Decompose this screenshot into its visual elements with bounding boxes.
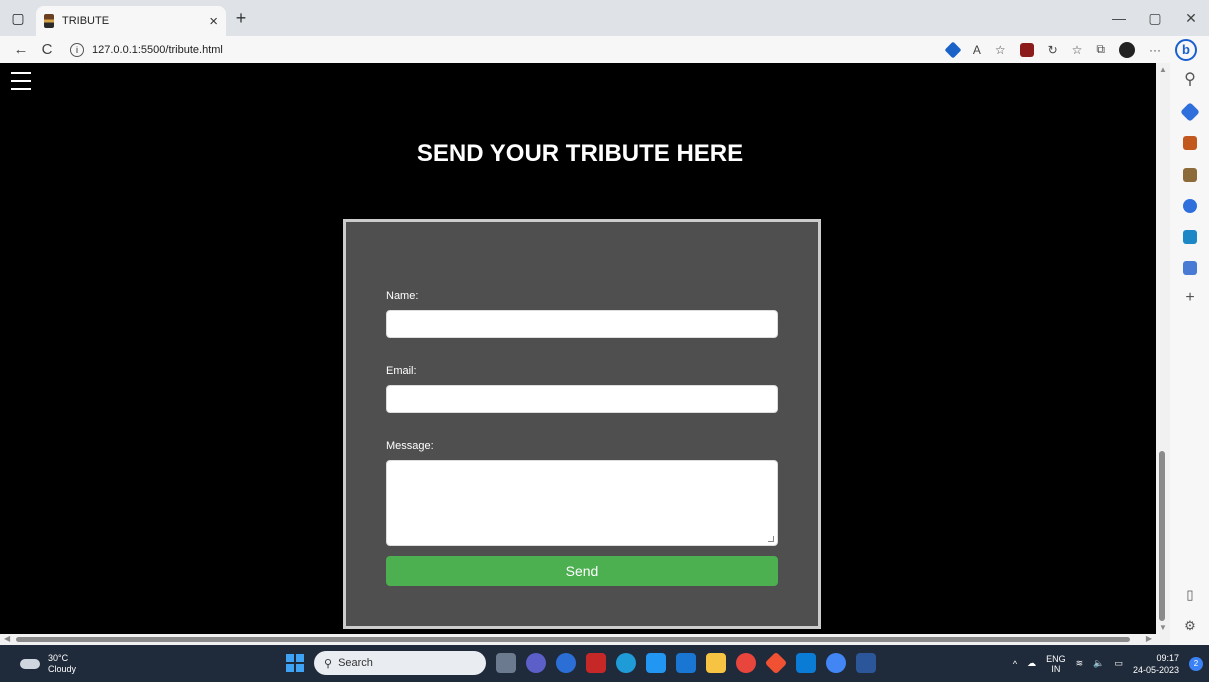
name-input[interactable] (386, 310, 778, 338)
refresh-extension-icon[interactable]: ↻ (1048, 43, 1058, 57)
new-tab-button[interactable]: + (226, 3, 256, 33)
horizontal-scroll-thumb[interactable] (16, 637, 1130, 642)
page-viewport: SEND YOUR TRIBUTE HERE Name: Email: Mess… (0, 63, 1156, 634)
reload-icon[interactable]: C (34, 41, 60, 58)
time: 09:17 (1156, 652, 1179, 663)
read-aloud-icon[interactable]: A (973, 43, 981, 57)
minimize-icon[interactable]: — (1101, 0, 1137, 36)
task-view-icon[interactable] (496, 653, 516, 673)
close-window-icon[interactable]: ✕ (1173, 0, 1209, 36)
address-bar[interactable]: i 127.0.0.1:5500/tribute.html (70, 42, 223, 57)
app-icon[interactable] (646, 653, 666, 673)
favorites-icon[interactable]: ☆ (1072, 43, 1083, 57)
file-explorer-icon[interactable] (706, 653, 726, 673)
name-label: Name: (386, 290, 419, 302)
horizontal-scrollbar[interactable]: ◀ ▶ (0, 634, 1170, 645)
hamburger-menu-icon[interactable] (11, 72, 31, 90)
browser-tab-bar: ▢ TRIBUTE × + — ▢ ✕ (0, 0, 1209, 36)
message-label: Message: (386, 440, 434, 452)
word-icon[interactable] (856, 653, 876, 673)
restore-icon[interactable]: ▢ (1137, 0, 1173, 36)
store-icon[interactable] (676, 653, 696, 673)
sidebar-add-icon[interactable]: + (1180, 289, 1200, 307)
wifi-icon[interactable]: ≋ (1076, 658, 1084, 669)
bing-copilot-icon[interactable]: b (1175, 38, 1197, 61)
shopping-tag-icon[interactable] (944, 41, 962, 58)
language-indicator[interactable]: ENG IN (1046, 654, 1066, 674)
taskbar-apps: ⚲ Search (286, 651, 876, 675)
vertical-scroll-thumb[interactable] (1159, 451, 1165, 621)
windows-taskbar: 30°C Cloudy ⚲ Search ^ ☁ ENG IN ≋ 🔈 ▭ 09… (0, 645, 1209, 682)
add-favorite-icon[interactable]: ☆ (995, 43, 1006, 57)
clock[interactable]: 09:17 24-05-2023 (1133, 652, 1179, 676)
resize-handle-icon[interactable] (768, 536, 774, 542)
start-icon[interactable] (286, 654, 304, 672)
tab-favicon-icon (44, 14, 54, 28)
extension-icon[interactable] (1019, 42, 1034, 57)
help-icon[interactable] (556, 653, 576, 673)
sidebar-outlook-icon[interactable] (1183, 230, 1197, 244)
notification-badge[interactable]: 2 (1189, 656, 1203, 671)
taskbar-search[interactable]: ⚲ Search (314, 651, 486, 675)
mcafee-icon[interactable] (586, 653, 606, 673)
email-label: Email: (386, 365, 417, 377)
cloud-icon (20, 658, 40, 669)
tab-title: TRIBUTE (62, 15, 110, 27)
scroll-left-icon[interactable]: ◀ (4, 634, 10, 643)
chrome-profile-icon[interactable] (826, 653, 846, 673)
browser-toolbar: ← C i 127.0.0.1:5500/tribute.html A ☆ ↻ … (0, 36, 1209, 63)
sidebar-shopping-icon[interactable] (1180, 102, 1200, 122)
date: 24-05-2023 (1132, 664, 1179, 675)
url-text: 127.0.0.1:5500/tribute.html (92, 43, 223, 56)
scroll-up-icon[interactable]: ▲ (1159, 65, 1167, 74)
collections-icon[interactable]: ⧉ (1096, 42, 1105, 57)
scroll-down-icon[interactable]: ▼ (1159, 623, 1167, 632)
search-label: Search (338, 657, 373, 669)
lang-top: ENG (1046, 653, 1066, 664)
chat-icon[interactable] (526, 653, 546, 673)
page-title: SEND YOUR TRIBUTE HERE (416, 140, 744, 167)
sidebar-search-icon[interactable]: ⚲ (1180, 69, 1200, 89)
browser-tab[interactable]: TRIBUTE × (36, 6, 226, 36)
vertical-scrollbar[interactable]: ▲ ▼ (1156, 63, 1170, 634)
message-textarea[interactable] (386, 460, 778, 546)
send-button[interactable]: Send (386, 556, 778, 586)
sidebar-games-icon[interactable] (1183, 168, 1197, 182)
sidebar-settings-icon[interactable]: ⚙ (1180, 618, 1200, 634)
search-icon: ⚲ (324, 657, 333, 670)
sidebar-drop-icon[interactable] (1183, 261, 1197, 275)
battery-icon[interactable]: ▭ (1114, 658, 1123, 669)
chrome-icon[interactable] (736, 653, 756, 673)
lang-bottom: IN (1051, 663, 1061, 674)
workspaces-icon[interactable]: ▢ (0, 0, 36, 36)
scroll-right-icon[interactable]: ▶ (1146, 634, 1152, 643)
weather-widget[interactable]: 30°C Cloudy (20, 653, 76, 675)
system-tray: ^ ☁ ENG IN ≋ 🔈 ▭ 09:17 24-05-2023 2 (1013, 645, 1203, 682)
edge-sidebar: ⚲ + ▯ ⚙ (1170, 63, 1209, 645)
tab-close-icon[interactable]: × (209, 13, 218, 30)
temperature: 30°C (48, 652, 69, 663)
toolbar-tools: A ☆ ↻ ☆ ⧉ ··· b (944, 38, 1201, 61)
sidebar-tools-icon[interactable] (1183, 136, 1197, 150)
tribute-form: Name: Email: Message: Send (343, 219, 821, 629)
volume-icon[interactable]: 🔈 (1093, 658, 1104, 669)
vscode-icon[interactable] (796, 653, 816, 673)
more-options-icon[interactable]: ··· (1149, 43, 1161, 57)
sidebar-office-icon[interactable] (1183, 199, 1197, 213)
tray-app-icon[interactable]: ☁ (1027, 658, 1036, 669)
profile-avatar[interactable] (1119, 41, 1135, 58)
weather-condition: Cloudy (48, 663, 77, 674)
window-controls: — ▢ ✕ (1101, 0, 1209, 36)
edge-icon[interactable] (616, 653, 636, 673)
site-info-icon[interactable]: i (70, 42, 84, 57)
email-input[interactable] (386, 385, 778, 413)
sidebar-panel-icon[interactable]: ▯ (1180, 587, 1200, 603)
tray-chevron-icon[interactable]: ^ (1013, 659, 1017, 669)
git-icon[interactable] (764, 651, 788, 675)
back-icon[interactable]: ← (8, 41, 34, 58)
